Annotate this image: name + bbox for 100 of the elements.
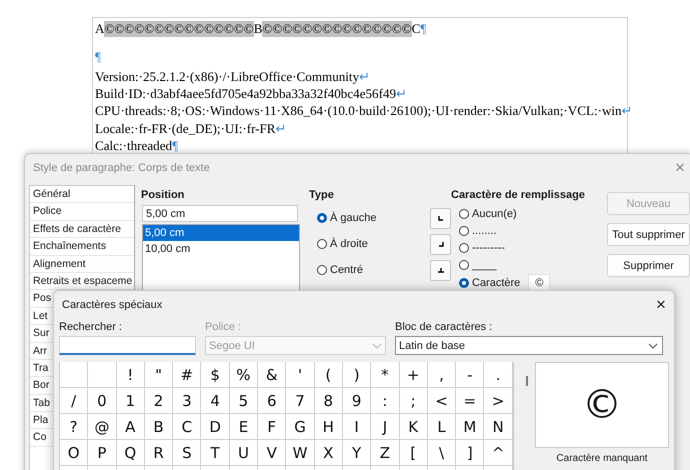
character-cell[interactable]: [ bbox=[400, 440, 428, 466]
block-dropdown[interactable]: Latin de base bbox=[395, 336, 663, 355]
character-cell[interactable]: M bbox=[456, 414, 484, 440]
tab-type-button[interactable] bbox=[430, 260, 451, 280]
character-cell[interactable]: * bbox=[371, 362, 400, 388]
character-cell[interactable]: D bbox=[201, 414, 230, 440]
character-cell[interactable]: V bbox=[258, 440, 286, 466]
character-cell[interactable]: W bbox=[286, 440, 315, 466]
character-cell[interactable]: 4 bbox=[201, 388, 230, 414]
character-cell[interactable]: 7 bbox=[286, 388, 315, 414]
empty-character-cell[interactable] bbox=[60, 362, 88, 388]
character-cell[interactable]: ' bbox=[286, 362, 315, 388]
character-cell[interactable]: : bbox=[371, 388, 400, 414]
character-cell[interactable]: $ bbox=[201, 362, 230, 388]
character-cell[interactable]: 9 bbox=[342, 388, 372, 414]
character-cell[interactable]: < bbox=[428, 388, 456, 414]
character-field[interactable]: © bbox=[528, 274, 550, 291]
character-cell[interactable]: # bbox=[173, 362, 202, 388]
radio-label: Aucun(e) bbox=[472, 208, 517, 220]
category-item[interactable]: Police bbox=[30, 203, 134, 221]
character-cell[interactable]: / bbox=[60, 388, 88, 414]
character-cell[interactable]: S bbox=[173, 440, 202, 466]
tab-stop-icon bbox=[436, 266, 444, 274]
character-cell[interactable]: \ bbox=[428, 440, 456, 466]
character-cell[interactable]: ( bbox=[314, 362, 343, 388]
position-item[interactable]: 5,00 cm bbox=[143, 225, 299, 241]
character-cell[interactable]: 2 bbox=[144, 388, 174, 414]
character-cell[interactable]: + bbox=[400, 362, 428, 388]
character-cell[interactable]: > bbox=[484, 388, 513, 414]
radio-button[interactable] bbox=[317, 239, 327, 249]
character-cell[interactable]: J bbox=[371, 414, 400, 440]
character-cell[interactable]: Q bbox=[116, 440, 145, 466]
character-cell[interactable]: L bbox=[428, 414, 456, 440]
character-cell[interactable]: B bbox=[144, 414, 174, 440]
character-cell[interactable]: ? bbox=[60, 414, 88, 440]
character-cell[interactable]: ^ bbox=[484, 440, 513, 466]
character-cell[interactable]: 6 bbox=[258, 388, 286, 414]
character-cell[interactable]: 3 bbox=[173, 388, 202, 414]
position-item[interactable]: 10,00 cm bbox=[143, 241, 299, 257]
character-cell[interactable]: H bbox=[314, 414, 343, 440]
character-cell[interactable]: E bbox=[230, 414, 258, 440]
radio-label: À droite bbox=[330, 238, 368, 250]
preview-caption: Caractère manquant bbox=[556, 453, 648, 464]
section-label: Caractère de remplissage bbox=[451, 189, 586, 203]
character-cell[interactable]: 8 bbox=[314, 388, 343, 414]
character-cell[interactable]: & bbox=[258, 362, 286, 388]
close-button[interactable]: × bbox=[654, 297, 668, 313]
character-cell[interactable]: I bbox=[342, 414, 372, 440]
character-cell[interactable]: F bbox=[258, 414, 286, 440]
scrollbar-thumb[interactable] bbox=[526, 376, 528, 386]
character-cell[interactable]: 1 bbox=[116, 388, 145, 414]
character-cell[interactable]: ; bbox=[400, 388, 428, 414]
empty-character-cell[interactable] bbox=[88, 362, 117, 388]
radio-button[interactable] bbox=[459, 226, 469, 236]
tab-stop-icon bbox=[436, 240, 444, 248]
radio-button[interactable] bbox=[459, 260, 469, 270]
radio-button[interactable] bbox=[459, 278, 469, 288]
document-text: CPU·threads:·8;·OS:·Windows·11·X86_64·(10.0·build·26100);·UI·render:·Skia/Vulkan;·VCL:·win bbox=[95, 103, 622, 120]
character-cell[interactable]: K bbox=[400, 414, 428, 440]
character-cell[interactable]: N bbox=[484, 414, 513, 440]
character-cell[interactable]: = bbox=[456, 388, 484, 414]
character-cell[interactable]: X bbox=[314, 440, 343, 466]
category-item[interactable]: Général bbox=[30, 186, 134, 204]
dialog-button[interactable]: Supprimer bbox=[607, 254, 690, 277]
character-cell[interactable]: @ bbox=[88, 414, 117, 440]
character-cell[interactable]: 0 bbox=[88, 388, 117, 414]
character-cell[interactable]: " bbox=[144, 362, 174, 388]
radio-button[interactable] bbox=[459, 208, 469, 218]
character-cell[interactable]: G bbox=[286, 414, 315, 440]
character-cell[interactable]: ! bbox=[116, 362, 145, 388]
radio-button[interactable] bbox=[317, 213, 327, 223]
character-cell[interactable]: - bbox=[456, 362, 484, 388]
character-cell[interactable]: O bbox=[60, 440, 88, 466]
radio-button[interactable] bbox=[459, 242, 469, 252]
character-cell[interactable]: Z bbox=[371, 440, 400, 466]
character-cell[interactable]: % bbox=[230, 362, 258, 388]
character-cell[interactable]: C bbox=[173, 414, 202, 440]
search-field[interactable] bbox=[59, 336, 196, 355]
character-cell[interactable]: A bbox=[116, 414, 145, 440]
formatting-mark: ¶ bbox=[172, 138, 178, 154]
dialog-button[interactable]: Tout supprimer bbox=[607, 223, 690, 246]
category-item[interactable]: Alignement bbox=[30, 256, 134, 273]
category-item[interactable]: Effets de caractère bbox=[30, 220, 134, 238]
radio-label: ____ bbox=[472, 258, 496, 270]
character-cell[interactable]: ) bbox=[342, 362, 372, 388]
radio-button[interactable] bbox=[317, 265, 327, 275]
category-item[interactable]: Enchaînements bbox=[30, 238, 134, 256]
character-cell[interactable]: T bbox=[201, 440, 230, 466]
character-cell[interactable]: Y bbox=[342, 440, 372, 466]
formatting-mark: ↵ bbox=[359, 68, 370, 85]
character-cell[interactable]: 5 bbox=[230, 388, 258, 414]
character-cell[interactable]: R bbox=[144, 440, 174, 466]
character-cell[interactable]: P bbox=[88, 440, 117, 466]
position-field[interactable]: 5,00 cm bbox=[142, 205, 298, 222]
character-cell[interactable]: ] bbox=[456, 440, 484, 466]
character-cell[interactable]: U bbox=[230, 440, 258, 466]
character-cell[interactable]: . bbox=[484, 362, 513, 388]
formatting-mark: ¶ bbox=[420, 20, 426, 36]
section-label: Position bbox=[141, 189, 186, 203]
character-cell[interactable]: , bbox=[428, 362, 456, 388]
